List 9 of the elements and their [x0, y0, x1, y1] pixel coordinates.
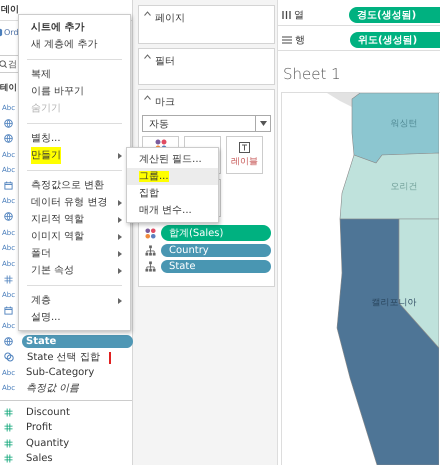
- sheet-title: Sheet 1: [282, 64, 342, 85]
- card-title: 필터: [155, 55, 175, 68]
- shelf-label: 열: [294, 9, 305, 22]
- state-label: 워싱턴: [390, 119, 418, 129]
- section-heading: 테이: [0, 82, 17, 95]
- card-title: 페이지: [155, 12, 185, 25]
- state-label: 오리건: [390, 182, 418, 192]
- card-title: 마크: [155, 96, 175, 109]
- shelf-label: 행: [295, 34, 306, 47]
